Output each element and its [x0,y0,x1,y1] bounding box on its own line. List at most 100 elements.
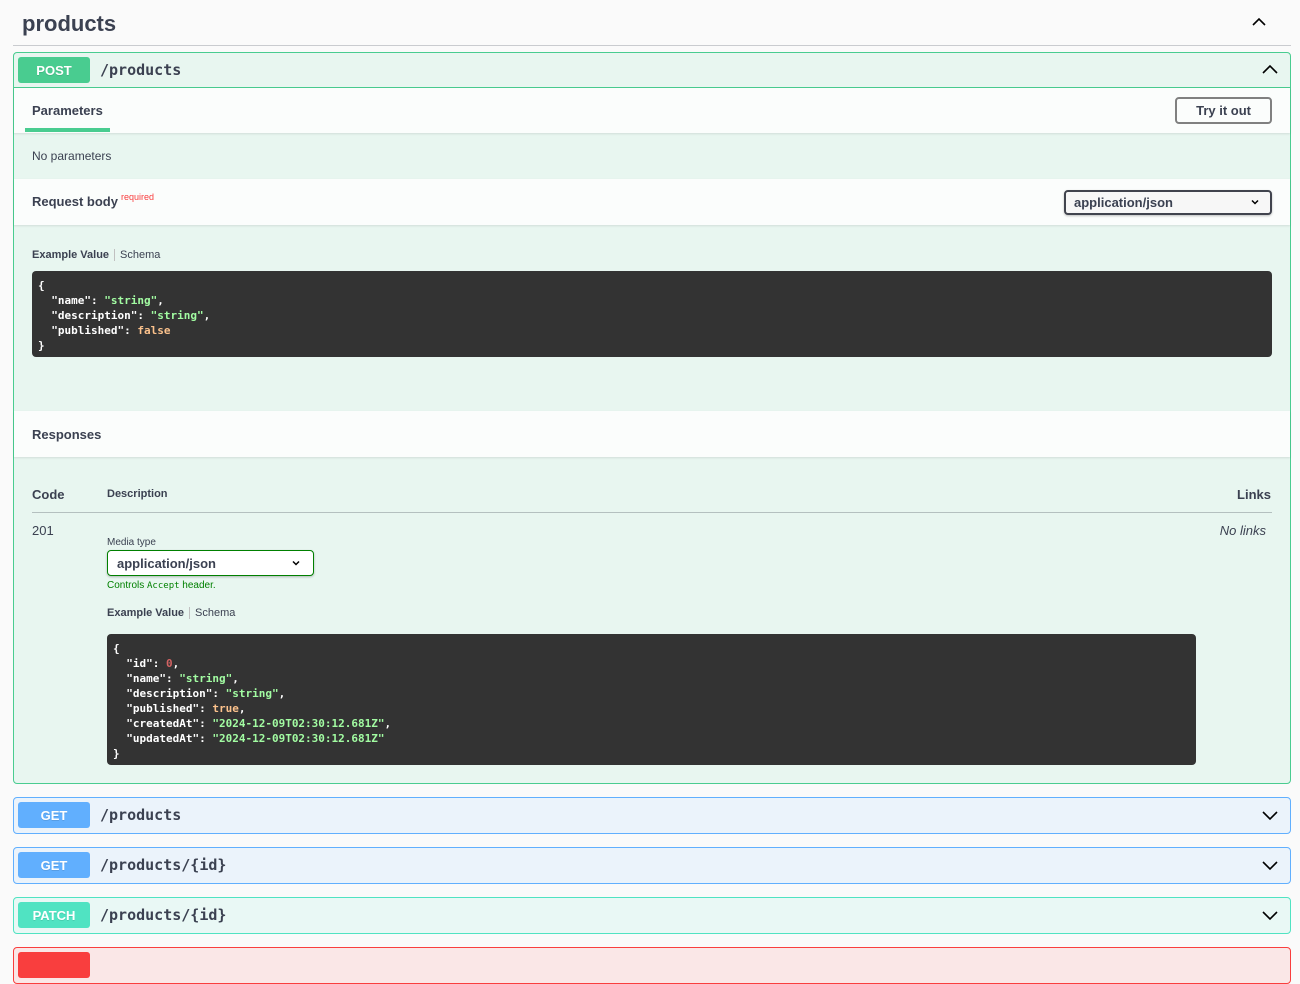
code-key: "published": [113,702,213,715]
table-header-divider [32,512,1272,513]
endpoint-path: /products/{id} [100,856,227,874]
response-example-schema-tabs: Example Value Schema [107,607,235,619]
code-value: "string" [225,687,279,700]
code-line: "updatedAt": "2024-12-09T02:30:12.681Z" [113,732,385,745]
code-value: 0 [165,657,173,670]
code-line: "name": "string", [38,294,164,307]
code-value: "2024-12-09T02:30:12.681Z" [212,732,385,745]
chevron-down-icon [1251,199,1259,205]
code-key: "name": [113,672,180,685]
code-key: "name": [38,294,105,307]
responses-title: Responses [32,426,102,442]
selected-content-type: application/json [1074,194,1173,210]
tab-parameters[interactable]: Parameters [25,88,110,133]
request-body-header: Request body required application/json [14,179,1290,225]
opblock-summary[interactable]: GET /products [14,798,1290,832]
method-badge: PATCH [18,902,90,928]
code-key: "createdAt": [113,717,213,730]
column-header-code: Code [32,487,65,502]
parameters-header: Parameters Try it out [14,88,1290,133]
try-it-out-button[interactable]: Try it out [1175,97,1272,124]
code-punct: , [232,672,239,685]
controls-accept-hint: Controls Accept header. [107,580,216,591]
tab-example-value[interactable]: Example Value [32,249,109,261]
request-body-content: Example Value Schema { "name": "string",… [14,225,1290,411]
tag-title: products [22,10,117,36]
tab-example-value[interactable]: Example Value [107,607,184,619]
code-key: "id": [113,657,166,670]
response-status-code: 201 [32,523,54,538]
controls-prefix: Controls [107,580,148,591]
code-value: false [137,324,171,337]
tab-divider [189,607,191,619]
responses-table: Code Description Links 201 Media type ap… [32,465,1272,785]
method-badge: GET [18,802,90,828]
code-punct: , [278,687,286,700]
controls-code: Accept [147,581,180,591]
code-punct: , [238,702,246,715]
endpoint-path: /products [100,61,182,79]
request-body-title-wrap: Request body required [32,192,154,211]
code-line: "createdAt": "2024-12-09T02:30:12.681Z", [113,717,391,730]
opblock-summary[interactable]: POST /products [14,53,1290,88]
selected-media-type: application/json [117,555,216,571]
required-label: required [120,192,154,202]
response-example-code: { "id": 0, "name": "string", "descriptio… [107,634,1196,765]
code-line: "name": "string", [113,672,239,685]
endpoint-path: /products/{id} [100,906,227,924]
opblock-summary[interactable]: GET /products/{id} [14,848,1290,882]
code-key: "description": [38,309,151,322]
chevron-down-icon[interactable] [1260,805,1280,825]
opblock-summary[interactable] [14,948,1290,982]
code-brace-close: } [38,339,45,352]
code-punct: , [384,717,392,730]
responses-header: Responses [14,411,1290,457]
chevron-down-icon[interactable] [1260,855,1280,875]
code-value: "string" [104,294,158,307]
code-value: "string" [179,672,233,685]
opblock-summary[interactable]: PATCH /products/{id} [14,898,1290,932]
code-brace-open: { [113,642,120,655]
opblock-get-products[interactable]: GET /products [13,797,1291,834]
controls-suffix: header. [179,580,216,591]
chevron-down-icon [292,560,300,566]
opblock-patch-product-by-id[interactable]: PATCH /products/{id} [13,897,1291,934]
request-content-type-select[interactable]: application/json [1064,189,1272,215]
no-links-text: No links [1219,523,1266,538]
code-line: "id": 0, [113,657,179,670]
code-value: "2024-12-09T02:30:12.681Z" [212,717,385,730]
tab-schema[interactable]: Schema [195,607,235,619]
code-punct: , [157,294,164,307]
tag-section-header[interactable]: products [13,0,1291,46]
code-brace-close: } [113,747,120,760]
code-key: "published": [38,324,138,337]
request-example-code: { "name": "string", "description": "stri… [32,271,1272,357]
tab-schema[interactable]: Schema [120,249,160,261]
code-punct: , [172,657,180,670]
endpoint-path: /products [100,806,182,824]
chevron-down-icon[interactable] [1260,905,1280,925]
method-badge [18,952,90,978]
code-value: true [212,702,239,715]
code-key: "updatedAt": [113,732,213,745]
chevron-up-icon[interactable] [1260,60,1280,80]
opblock-delete-partial[interactable] [13,947,1291,984]
code-line: "published": false [38,324,170,337]
code-value: "string" [150,309,204,322]
opblock-get-product-by-id[interactable]: GET /products/{id} [13,847,1291,884]
code-line: "description": "string", [38,309,210,322]
example-schema-tabs: Example Value Schema [32,249,160,261]
code-line: "published": true, [113,702,245,715]
media-type-label: Media type [107,537,156,548]
opblock-post-products: POST /products Parameters Try it out No … [13,52,1291,784]
code-key: "description": [113,687,226,700]
method-badge: GET [18,852,90,878]
code-line: "description": "string", [113,687,285,700]
response-media-type-select[interactable]: application/json [107,550,314,576]
no-parameters-text: No parameters [32,149,112,163]
chevron-up-icon[interactable] [1249,12,1269,32]
code-punct: , [203,309,211,322]
column-header-description: Description [107,488,168,500]
request-body-title: Request body [32,194,118,209]
column-header-links: Links [1237,487,1271,502]
